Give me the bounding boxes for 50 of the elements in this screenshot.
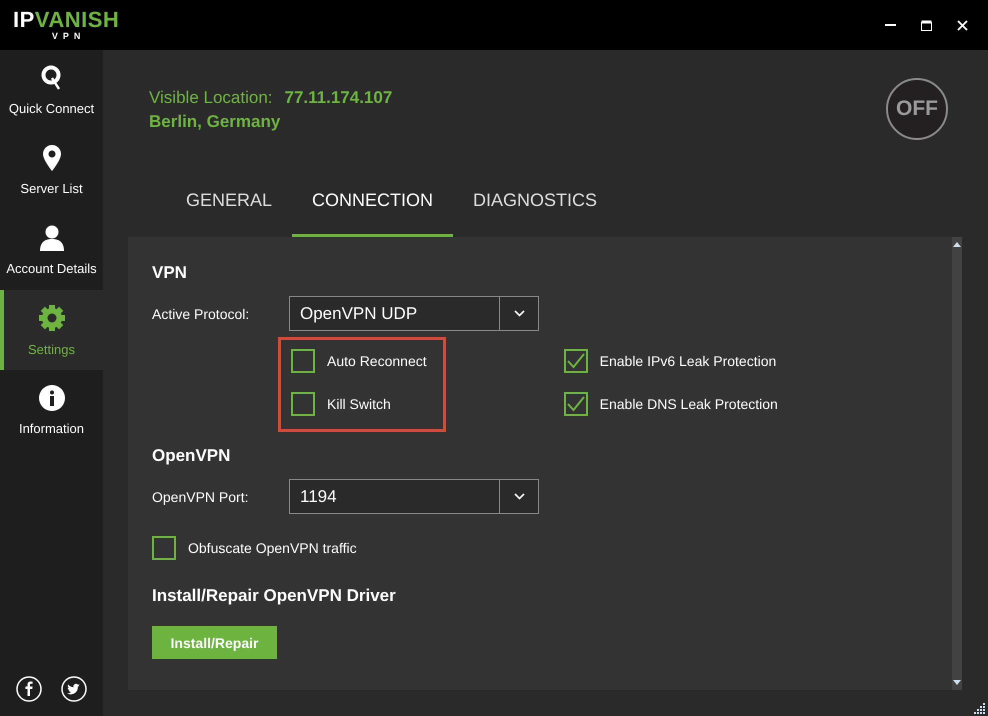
checkbox-option[interactable]: Auto Reconnect: [291, 349, 427, 373]
sidebar-item[interactable]: Quick Connect: [0, 50, 103, 130]
ip-address: 77.11.174.107: [284, 88, 392, 108]
checkbox[interactable]: [564, 392, 588, 416]
close-icon: [956, 20, 968, 30]
option-label: Auto Reconnect: [327, 353, 427, 369]
resize-grip-icon[interactable]: [972, 700, 986, 714]
power-toggle-button[interactable]: OFF: [886, 78, 948, 140]
dropdown-caret-icon: [514, 493, 524, 500]
sidebar-item[interactable]: Account Details: [0, 210, 103, 290]
section-heading: Install/Repair OpenVPN Driver: [152, 586, 397, 606]
scroll-up-arrow-icon[interactable]: [953, 242, 961, 247]
visible-location-label: Visible Location:: [149, 88, 272, 108]
sidebar-item[interactable]: Server List: [0, 130, 103, 210]
info-icon: [38, 384, 64, 410]
settings-tab[interactable]: GENERAL: [166, 163, 292, 237]
app-logo: IPVANISH VPN: [13, 9, 120, 41]
map-pin-icon: [42, 144, 60, 170]
checkbox-option[interactable]: Enable DNS Leak Protection: [564, 392, 778, 416]
option-label: Enable DNS Leak Protection: [600, 396, 778, 412]
field-label: OpenVPN Port:: [152, 488, 250, 504]
location-city: Berlin, Germany: [149, 112, 282, 132]
gear-icon: [38, 304, 66, 332]
option-label: Enable IPv6 Leak Protection: [600, 353, 776, 369]
quick-connect-icon: [40, 64, 62, 90]
twitter-button[interactable]: [61, 676, 87, 702]
maximize-icon: [920, 20, 932, 30]
scrollbar[interactable]: [952, 237, 962, 690]
option-label: Obfuscate OpenVPN traffic: [188, 540, 357, 556]
checkbox-option[interactable]: Enable IPv6 Leak Protection: [564, 349, 778, 373]
section-heading: OpenVPN: [152, 446, 232, 466]
section-heading: VPN: [152, 263, 188, 283]
facebook-button[interactable]: [16, 676, 42, 702]
port-dropdown[interactable]: 1194: [289, 479, 539, 514]
user-icon: [38, 224, 64, 250]
checkbox[interactable]: [564, 349, 588, 373]
checkbox[interactable]: [291, 349, 315, 373]
minimize-icon: [884, 24, 896, 26]
sidebar-item[interactable]: Settings: [0, 290, 103, 370]
option-label: Kill Switch: [327, 396, 391, 412]
settings-tab[interactable]: DIAGNOSTICS: [453, 163, 618, 237]
dropdown-caret-icon: [514, 310, 524, 317]
checkbox-option[interactable]: Kill Switch: [291, 392, 427, 416]
field-label: Active Protocol:: [152, 306, 250, 322]
scroll-down-arrow-icon[interactable]: [953, 680, 961, 685]
protocol-dropdown[interactable]: OpenVPN UDP: [289, 296, 539, 331]
sidebar-item[interactable]: Information: [0, 370, 103, 450]
checkbox-option[interactable]: Obfuscate OpenVPN traffic: [152, 536, 357, 560]
checkbox[interactable]: [152, 536, 176, 560]
checkbox[interactable]: [291, 392, 315, 416]
